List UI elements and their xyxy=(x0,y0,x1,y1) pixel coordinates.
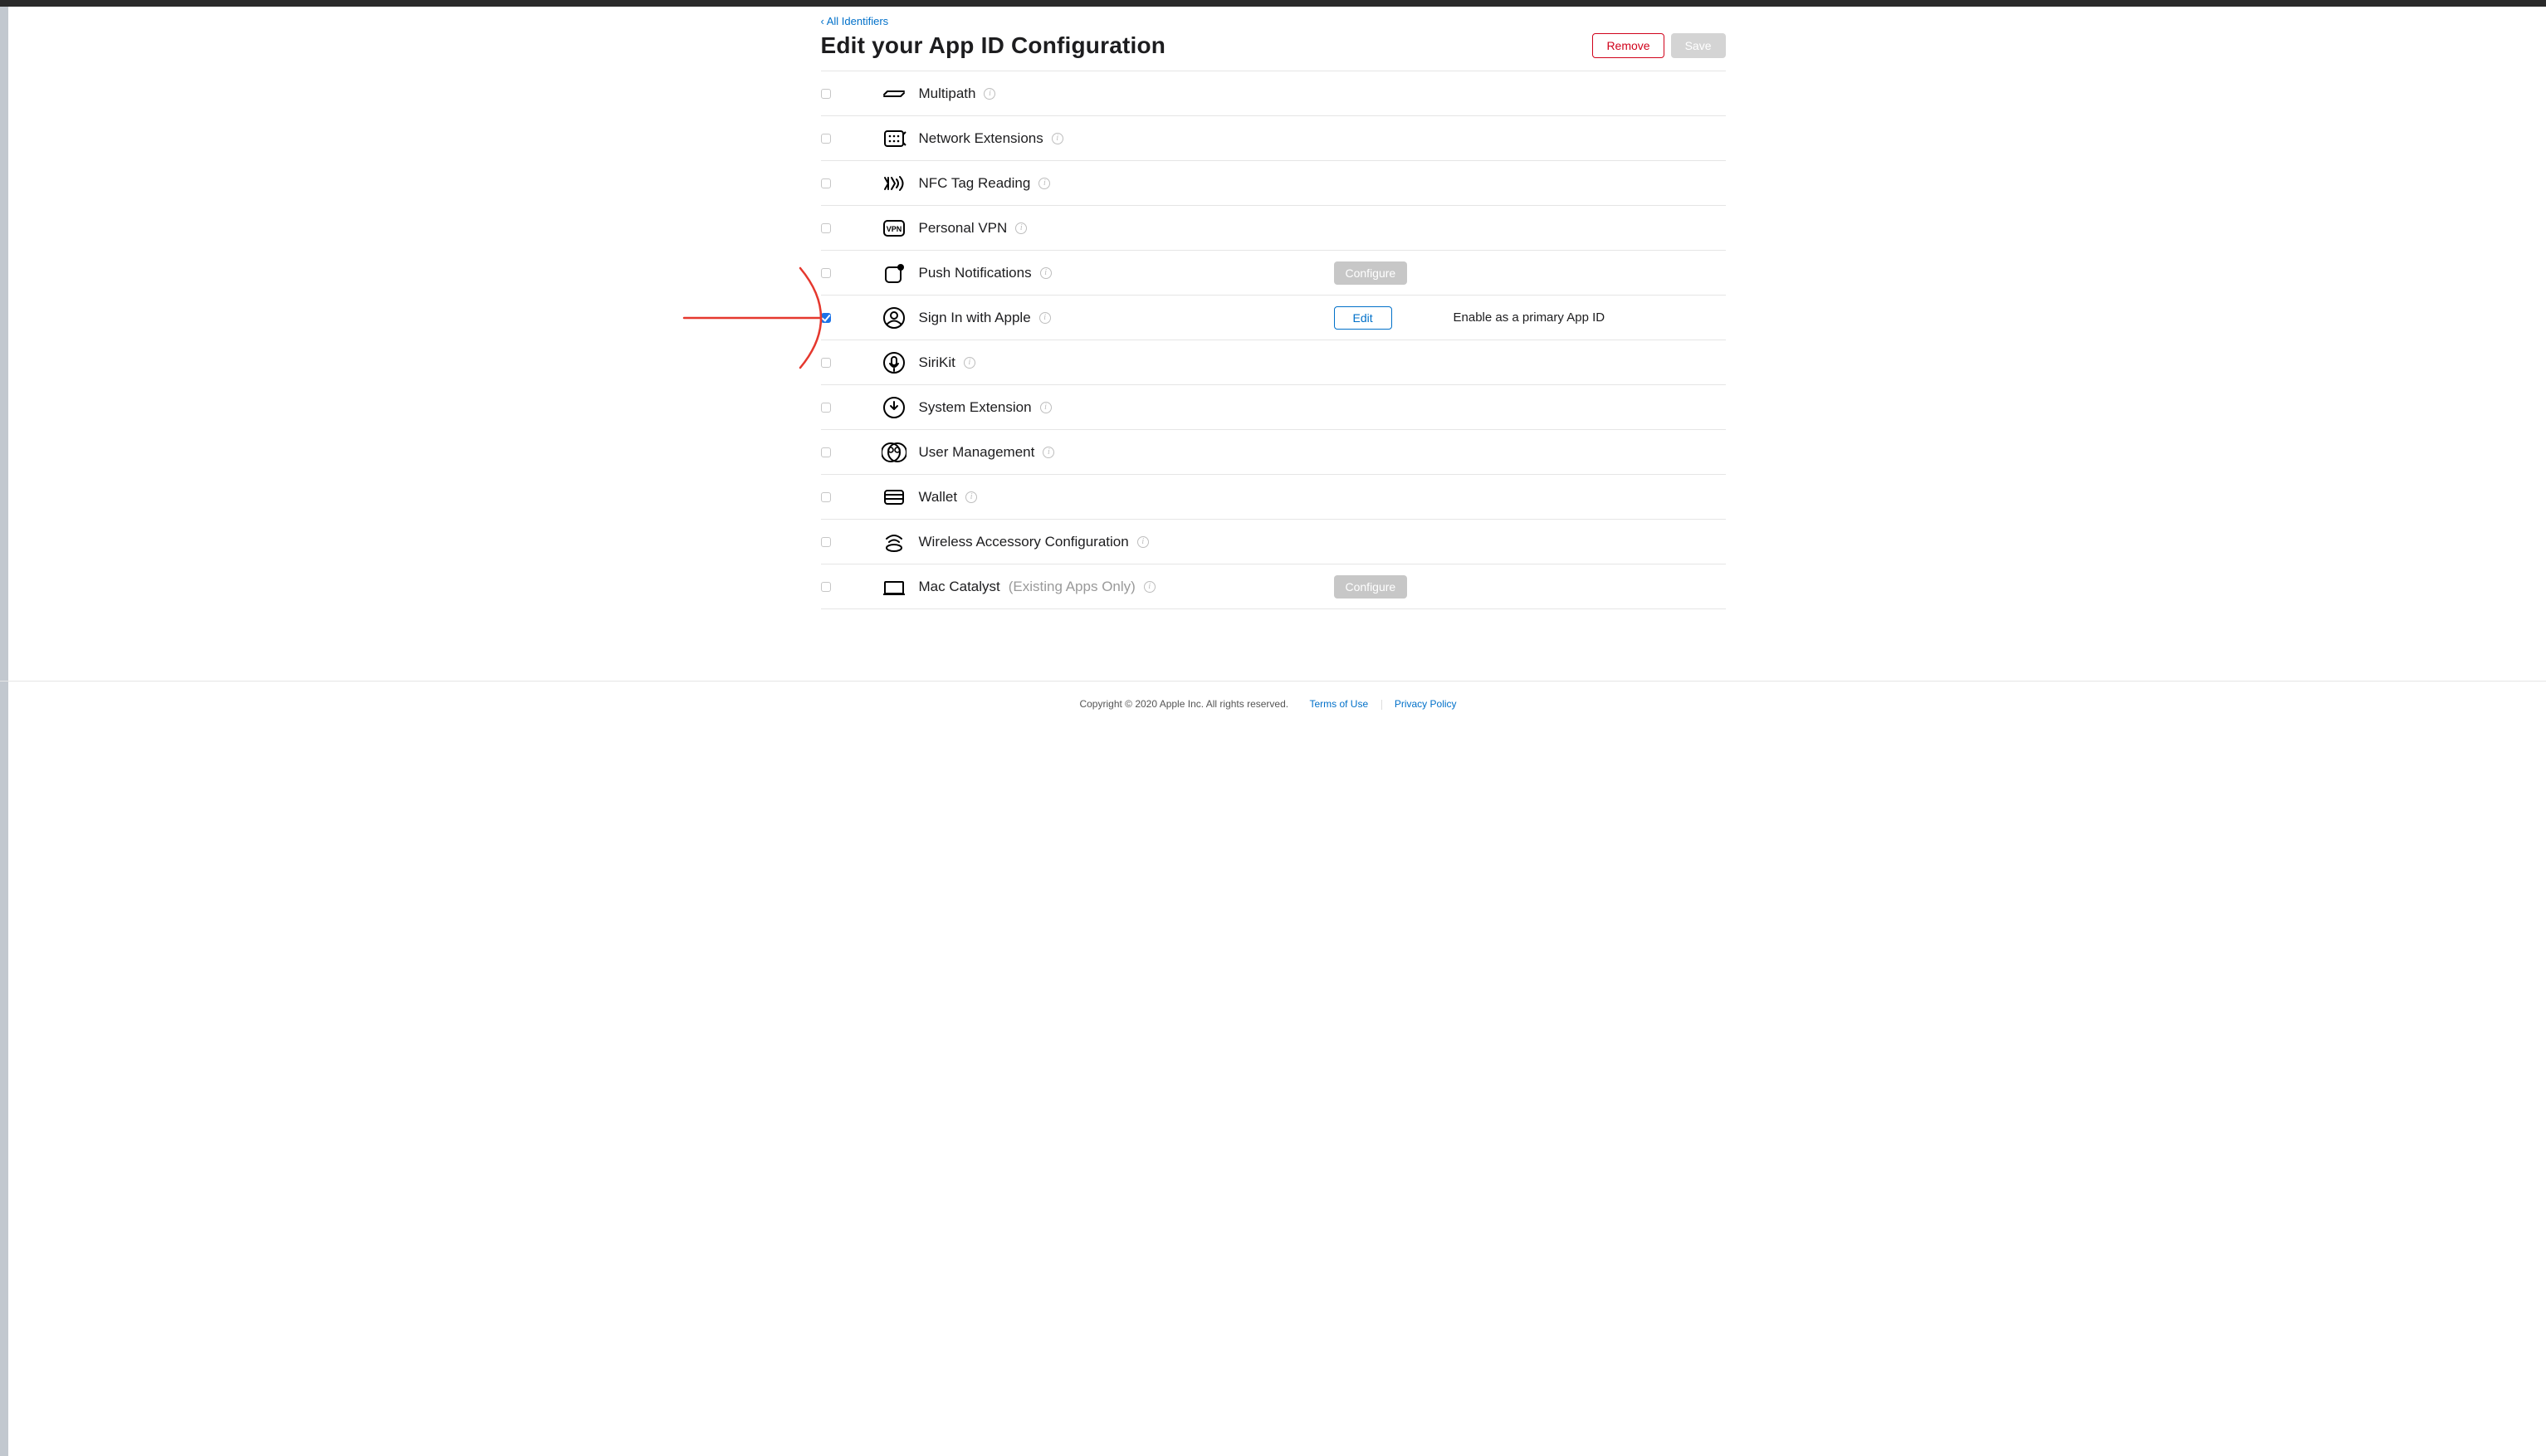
capability-label: Multipath xyxy=(919,86,976,102)
capability-checkbox-network-extensions[interactable] xyxy=(821,134,831,144)
remove-button[interactable]: Remove xyxy=(1592,33,1664,58)
capability-checkbox-user-management[interactable] xyxy=(821,447,831,457)
capability-label: Push Notifications xyxy=(919,265,1032,281)
capability-row-personal-vpn: VPN Personal VPN i xyxy=(821,206,1726,251)
capability-label: SiriKit xyxy=(919,354,955,371)
capability-checkbox-multipath[interactable] xyxy=(821,89,831,99)
page-footer: Copyright © 2020 Apple Inc. All rights r… xyxy=(0,681,2546,710)
siwa-icon xyxy=(882,305,906,330)
capability-label: User Management xyxy=(919,444,1035,461)
capability-checkbox-sign-in-with-apple[interactable] xyxy=(821,313,831,323)
capability-label: NFC Tag Reading xyxy=(919,175,1031,192)
info-icon[interactable]: i xyxy=(1052,133,1063,144)
capability-checkbox-wireless-accessory[interactable] xyxy=(821,537,831,547)
page-title: Edit your App ID Configuration xyxy=(821,32,1166,59)
save-button: Save xyxy=(1671,33,1726,58)
capabilities-list: MultipathiNetwork ExtensionsiNFC Tag Rea… xyxy=(821,71,1726,609)
info-icon[interactable]: i xyxy=(1039,312,1051,324)
capability-row-mac-catalyst: Mac Catalyst (Existing Apps Only) i Configu… xyxy=(821,564,1726,609)
footer-copyright: Copyright © 2020 Apple Inc. All rights r… xyxy=(1079,698,1288,710)
capability-row-wireless-accessory: Wireless Accessory Configuration i xyxy=(821,520,1726,564)
vpn-icon: VPN xyxy=(882,216,906,241)
capability-row-system-extension: System Extension i xyxy=(821,385,1726,430)
info-icon[interactable]: i xyxy=(1144,581,1156,593)
capability-label: Wireless Accessory Configuration xyxy=(919,534,1129,550)
user-mgmt-icon xyxy=(882,440,906,465)
info-icon[interactable]: i xyxy=(964,357,975,369)
capability-checkbox-personal-vpn[interactable] xyxy=(821,223,831,233)
capability-label: Sign In with Apple xyxy=(919,310,1031,326)
capability-label-suffix: (Existing Apps Only) xyxy=(1009,579,1136,595)
capability-row-wallet: Walleti xyxy=(821,475,1726,520)
network-ext-icon xyxy=(882,126,906,151)
capability-checkbox-sirikit[interactable] xyxy=(821,358,831,368)
capability-checkbox-wallet[interactable] xyxy=(821,492,831,502)
capability-row-push-notifications: Push Notifications i Configure xyxy=(821,251,1726,296)
info-icon[interactable]: i xyxy=(1015,222,1027,234)
capability-label: Personal VPN xyxy=(919,220,1008,237)
page-header: Edit your App ID Configuration Remove Sa… xyxy=(821,32,1726,71)
capability-checkbox-system-extension[interactable] xyxy=(821,403,831,413)
configure-button-push-notifications: Configure xyxy=(1334,261,1408,285)
info-icon[interactable]: i xyxy=(965,491,977,503)
capability-checkbox-push-notifications[interactable] xyxy=(821,268,831,278)
info-icon[interactable]: i xyxy=(1038,178,1050,189)
configure-button-mac-catalyst: Configure xyxy=(1334,575,1408,599)
capability-row-multipath: Multipath i xyxy=(821,71,1726,116)
capability-label: Network Extensions xyxy=(919,130,1043,147)
capability-label: System Extension xyxy=(919,399,1032,416)
footer-terms-link[interactable]: Terms of Use xyxy=(1299,698,1378,710)
push-icon xyxy=(882,261,906,286)
capability-row-sign-in-with-apple: Sign In with Apple i Edit Enable as a prima… xyxy=(821,296,1726,340)
info-icon[interactable]: i xyxy=(1040,402,1052,413)
mac-catalyst-icon xyxy=(882,574,906,599)
footer-privacy-link[interactable]: Privacy Policy xyxy=(1385,698,1467,710)
capability-row-sirikit: SiriKit i xyxy=(821,340,1726,385)
breadcrumb-back-link[interactable]: ‹ All Identifiers xyxy=(821,7,889,32)
capability-checkbox-nfc-tag-reading[interactable] xyxy=(821,178,831,188)
vpn-icon-text: VPN xyxy=(886,225,902,233)
edit-button-sign-in-with-apple[interactable]: Edit xyxy=(1334,306,1392,330)
capability-label: Mac Catalyst xyxy=(919,579,1000,595)
footer-separator xyxy=(1381,700,1382,710)
window-chrome-top xyxy=(0,0,2546,7)
info-icon[interactable]: i xyxy=(1137,536,1149,548)
info-icon[interactable]: i xyxy=(1043,447,1054,458)
nfc-icon xyxy=(882,171,906,196)
breadcrumb-back-label: All Identifiers xyxy=(827,15,888,27)
capability-label: Wallet xyxy=(919,489,958,506)
header-actions: Remove Save xyxy=(1592,33,1725,58)
info-icon[interactable]: i xyxy=(1040,267,1052,279)
siri-icon xyxy=(882,350,906,375)
wireless-icon xyxy=(882,530,906,555)
wallet-icon xyxy=(882,485,906,510)
chevron-left-icon: ‹ xyxy=(821,15,824,27)
capability-checkbox-mac-catalyst[interactable] xyxy=(821,582,831,592)
capability-row-nfc-tag-reading: NFC Tag Reading i xyxy=(821,161,1726,206)
capability-extra-text: Enable as a primary App ID xyxy=(1454,310,1605,325)
system-ext-icon xyxy=(882,395,906,420)
capability-row-user-management: User Management i xyxy=(821,430,1726,475)
capability-row-network-extensions: Network Extensions i xyxy=(821,116,1726,161)
info-icon[interactable]: i xyxy=(984,88,995,100)
multipath-icon xyxy=(882,81,906,106)
